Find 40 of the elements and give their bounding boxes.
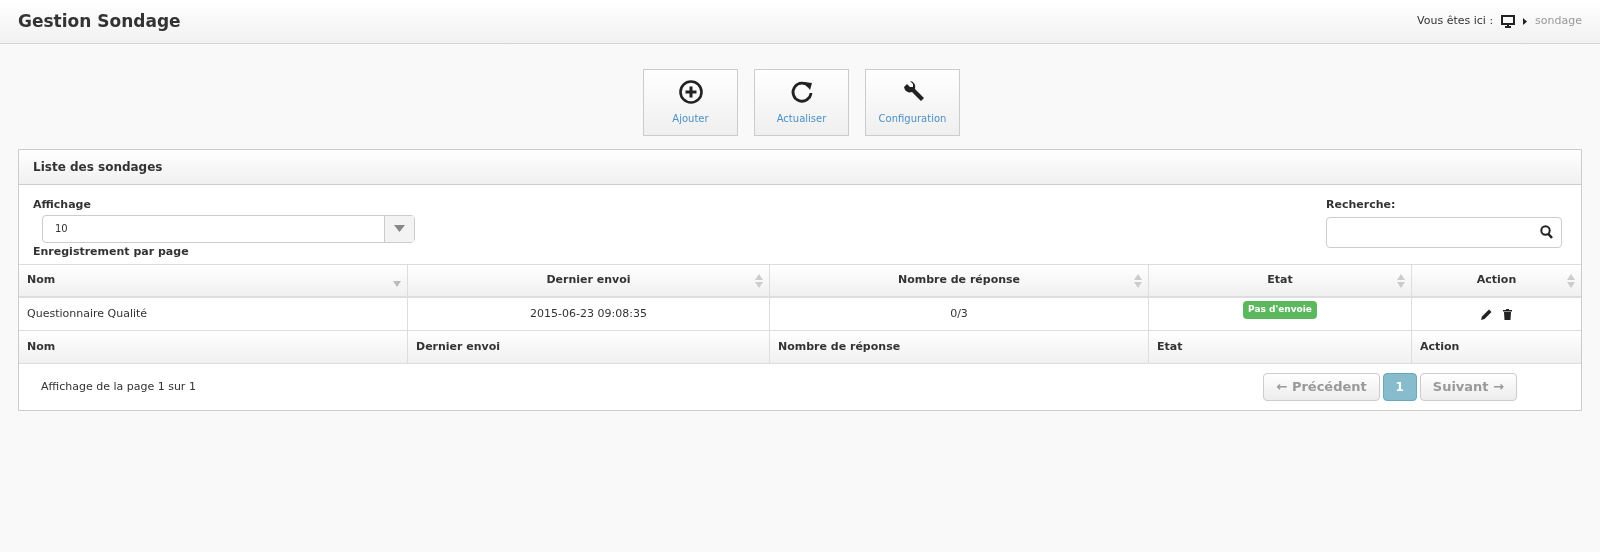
toolbar-button[interactable]: Configuration: [865, 69, 960, 136]
column-footer: Etat: [1149, 331, 1412, 363]
plus-circle-icon: [677, 79, 704, 105]
sort-desc-icon: [393, 280, 401, 287]
page-title: Gestion Sondage: [18, 9, 181, 33]
status-badge: Pas d'envoie: [1243, 301, 1317, 319]
table-cell: 2015-06-23 09:08:35: [408, 298, 770, 330]
sort-icon: [1134, 273, 1142, 288]
column-footer: Nombre de réponse: [770, 331, 1149, 363]
breadcrumb-label: Vous êtes ici :: [1417, 13, 1494, 30]
search-label: Recherche:: [1326, 197, 1397, 213]
toolbar-button[interactable]: Ajouter: [643, 69, 738, 136]
toolbar-button[interactable]: Actualiser: [754, 69, 849, 136]
length-hint: Enregistrement par page: [33, 243, 190, 260]
breadcrumb-link[interactable]: sondage: [1535, 13, 1582, 30]
table-cell: 0/3: [770, 298, 1149, 330]
column-header[interactable]: Nom: [19, 265, 408, 296]
sort-icon: [1567, 273, 1575, 288]
page-button[interactable]: 1: [1382, 373, 1417, 401]
monitor-icon: [1501, 15, 1516, 28]
column-header[interactable]: Dernier envoi: [408, 265, 770, 296]
search-field[interactable]: [1326, 216, 1562, 248]
pencil-icon[interactable]: [1481, 308, 1492, 320]
sort-icon: [1397, 273, 1405, 288]
page-info: Affichage de la page 1 sur 1: [41, 378, 196, 395]
trash-icon[interactable]: [1503, 308, 1512, 320]
sort-icon: [755, 273, 763, 288]
column-footer: Dernier envoi: [408, 331, 770, 363]
column-header[interactable]: Action: [1412, 265, 1581, 296]
search-icon: [1540, 225, 1553, 239]
panel-title: Liste des sondages: [33, 159, 163, 176]
length-select[interactable]: 10: [42, 214, 415, 243]
column-footer: Action: [1412, 331, 1581, 363]
table-cell: Questionnaire Qualité: [19, 298, 408, 330]
caret-icon: [1523, 18, 1528, 25]
column-footer: Nom: [19, 331, 408, 363]
column-header[interactable]: Nombre de réponse: [770, 265, 1149, 296]
length-label: Affichage: [33, 197, 92, 213]
dropdown-caret-icon: [394, 225, 405, 232]
column-header[interactable]: Etat: [1149, 265, 1412, 296]
